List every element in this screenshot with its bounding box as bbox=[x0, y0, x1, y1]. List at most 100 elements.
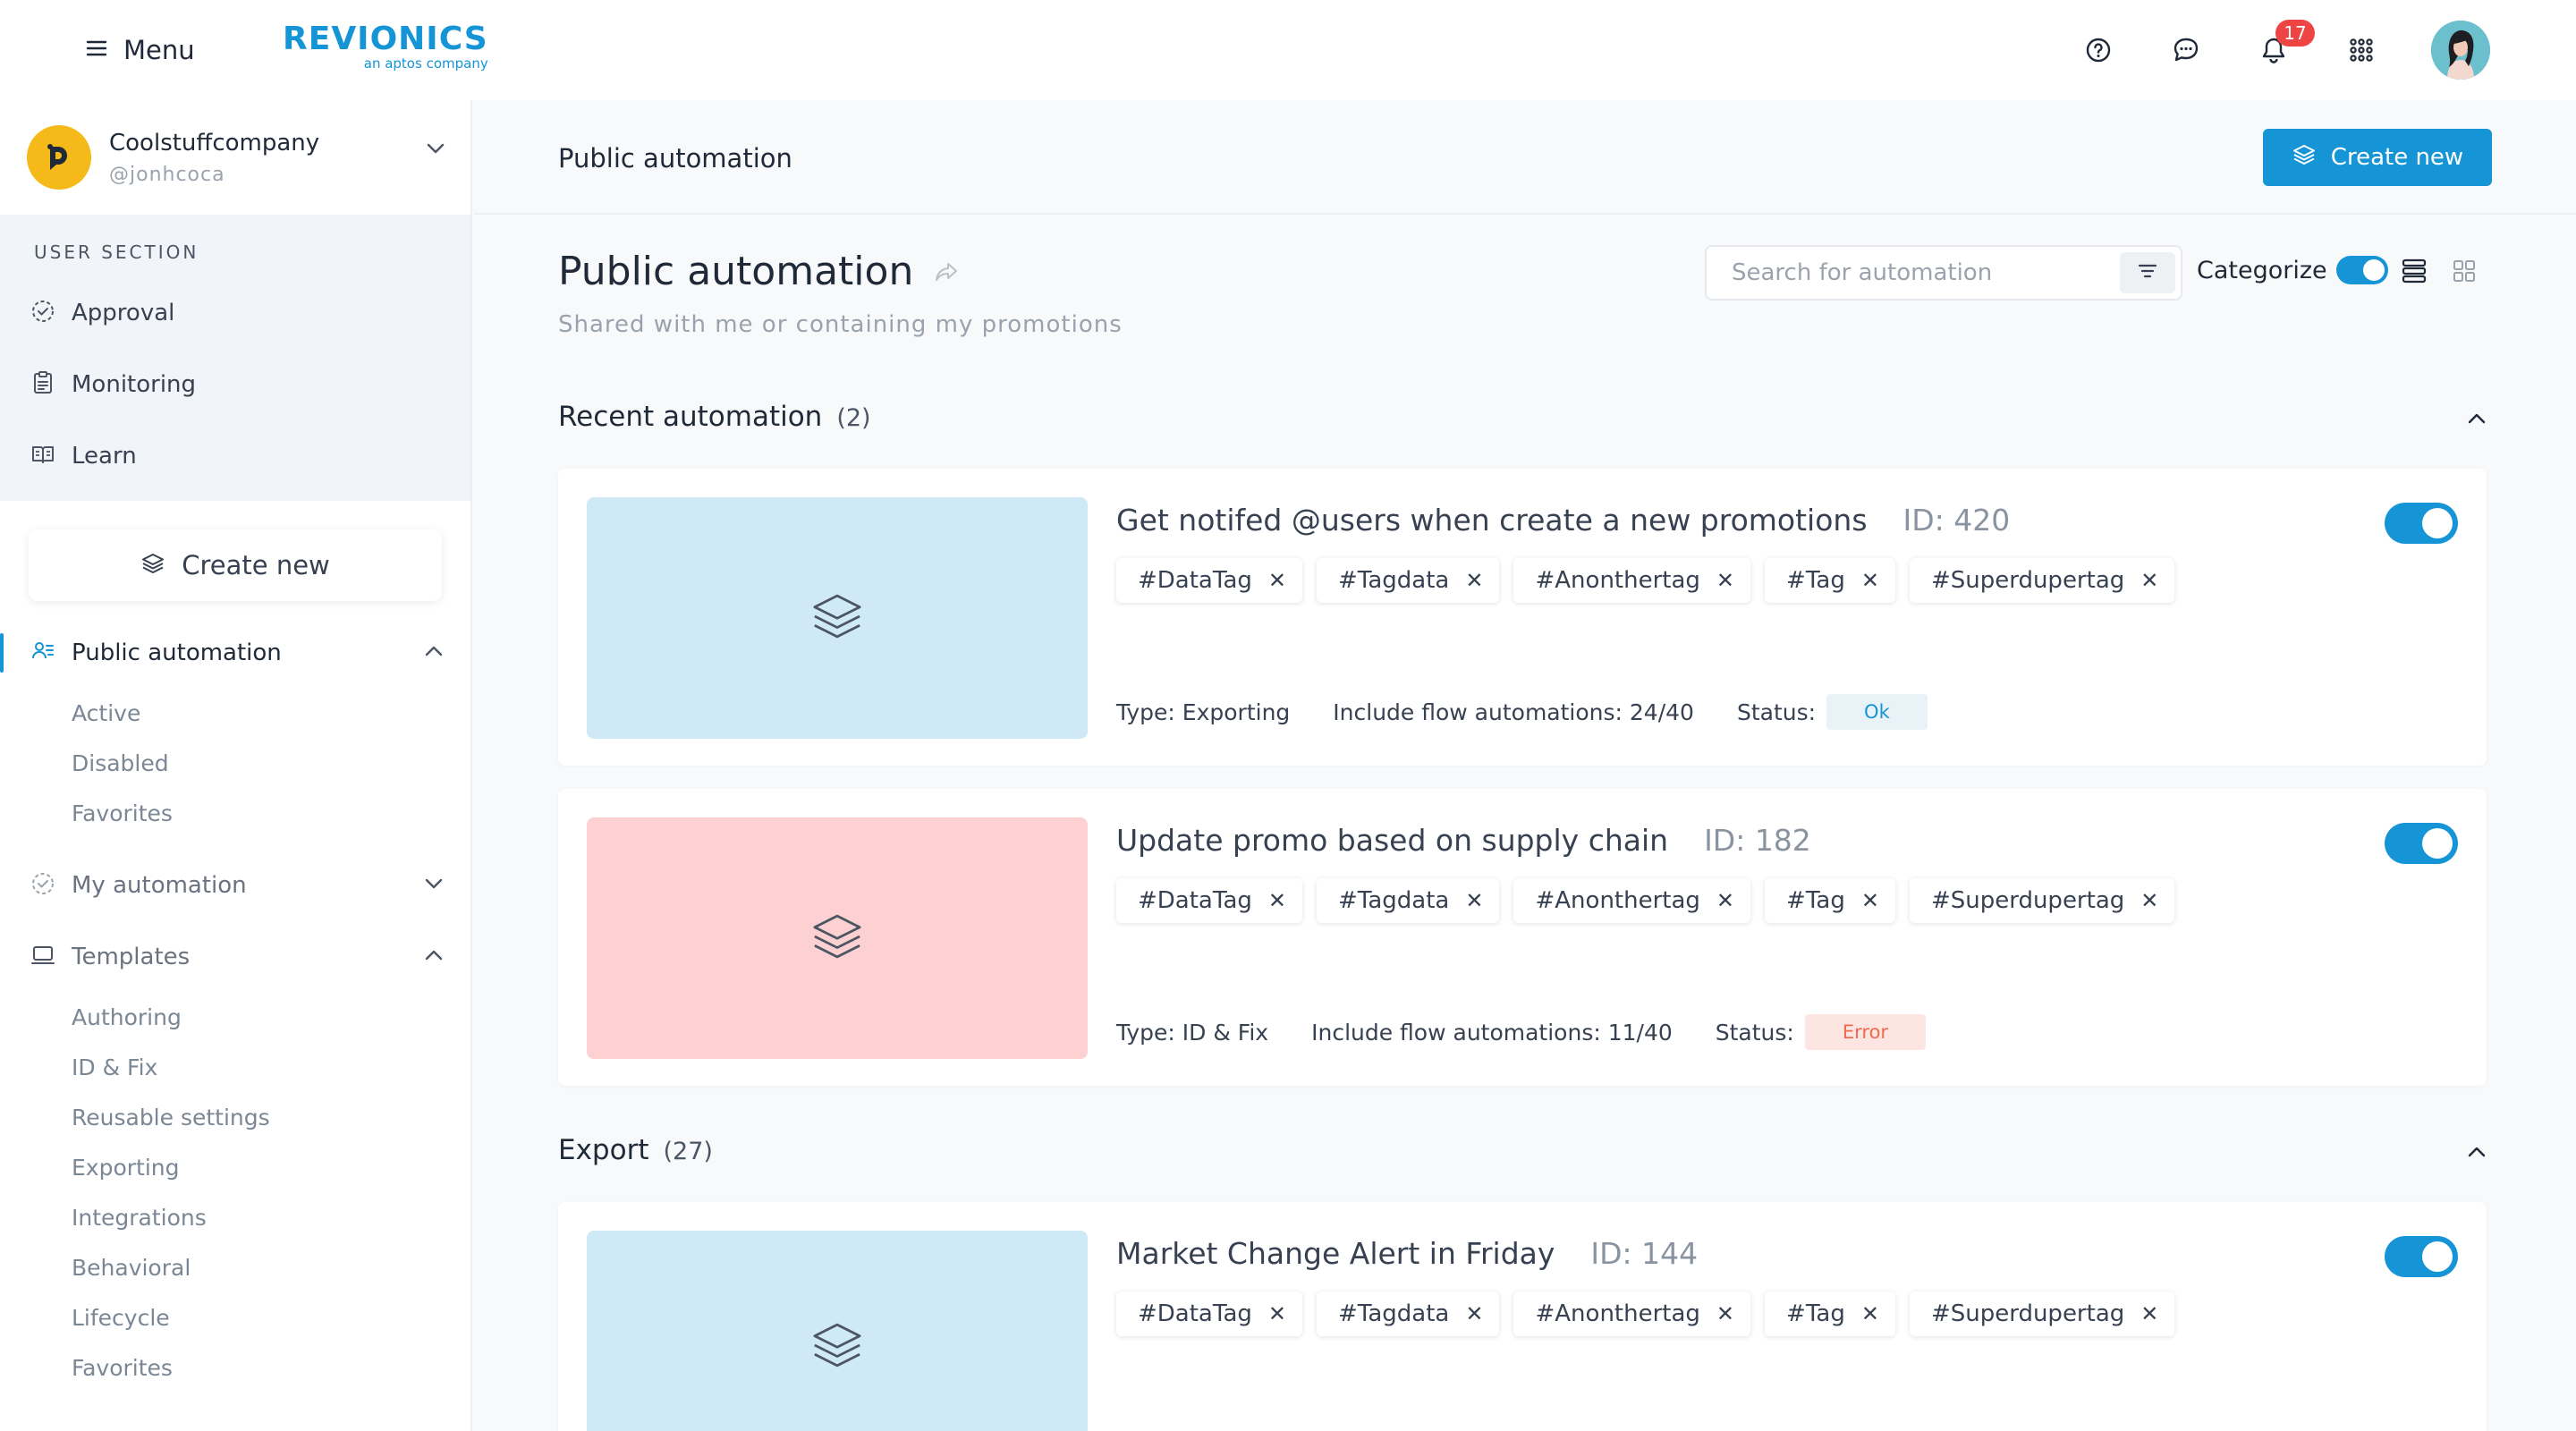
card-title-row: Get notifed @users when create a new pro… bbox=[1116, 503, 2010, 538]
collapse-chevron-up-icon[interactable] bbox=[2467, 411, 2487, 428]
automation-card[interactable]: Get notifed @users when create a new pro… bbox=[558, 469, 2487, 766]
close-icon[interactable]: ✕ bbox=[1268, 568, 1286, 593]
sidebar-subitem-exporting[interactable]: Exporting bbox=[0, 1143, 470, 1193]
tag-chip[interactable]: #Superdupertag ✕ bbox=[1909, 878, 2175, 923]
tag-chip[interactable]: #Anonthertag ✕ bbox=[1513, 1291, 1751, 1336]
sidebar-subitem-favorites[interactable]: Favorites bbox=[0, 789, 470, 839]
top-bar: Menu REVIONICS an aptos company 17 bbox=[0, 0, 2576, 100]
categorize-label: Categorize bbox=[2197, 256, 2327, 284]
nav-group-label: Public automation bbox=[72, 639, 282, 666]
card-thumbnail bbox=[587, 817, 1088, 1059]
tag-list: #DataTag ✕ #Tagdata ✕ #Anonthertag ✕ #Tag ✕ … bbox=[1116, 878, 2175, 923]
list-view-icon[interactable] bbox=[2401, 258, 2428, 288]
tag-chip[interactable]: #Anonthertag ✕ bbox=[1513, 558, 1751, 603]
tag-chip[interactable]: #Superdupertag ✕ bbox=[1909, 558, 2175, 603]
sidebar-item-public-automation[interactable]: Public automation bbox=[0, 617, 470, 689]
chevron-up-icon[interactable] bbox=[424, 644, 444, 661]
sidebar-subitem-reusable-settings[interactable]: Reusable settings bbox=[0, 1093, 470, 1143]
categorize-toggle[interactable] bbox=[2335, 256, 2388, 284]
search-input[interactable] bbox=[1707, 247, 2082, 299]
close-icon[interactable]: ✕ bbox=[1465, 888, 1483, 913]
card-enable-toggle[interactable] bbox=[2385, 823, 2458, 864]
card-title[interactable]: Market Change Alert in Friday bbox=[1116, 1236, 1555, 1271]
tag-chip[interactable]: #Tag ✕ bbox=[1765, 1291, 1895, 1336]
share-icon[interactable] bbox=[933, 249, 960, 294]
tag-chip[interactable]: #DataTag ✕ bbox=[1116, 878, 1302, 923]
sidebar-subitem-authoring[interactable]: Authoring bbox=[0, 993, 470, 1043]
tag-chip[interactable]: #Tag ✕ bbox=[1765, 558, 1895, 603]
tag-chip[interactable]: #Anonthertag ✕ bbox=[1513, 878, 1751, 923]
close-icon[interactable]: ✕ bbox=[1465, 1301, 1483, 1326]
sidebar-subitem-favorites[interactable]: Favorites bbox=[0, 1343, 470, 1393]
search-box bbox=[1705, 245, 2182, 301]
account-switcher[interactable]: Coolstuffcompany @jonhcoca bbox=[0, 100, 470, 215]
create-new-button[interactable]: Create new bbox=[2263, 129, 2492, 186]
close-icon[interactable]: ✕ bbox=[1861, 888, 1879, 913]
filter-button[interactable] bbox=[2120, 252, 2175, 293]
sidebar-item-my-automation[interactable]: My automation bbox=[0, 850, 470, 921]
chevron-up-icon[interactable] bbox=[424, 948, 444, 965]
tag-chip[interactable]: #Tag ✕ bbox=[1765, 878, 1895, 923]
sidebar-item-approval[interactable]: Approval bbox=[0, 277, 470, 349]
tag-chip[interactable]: #Superdupertag ✕ bbox=[1909, 1291, 2175, 1336]
chevron-down-icon[interactable] bbox=[424, 876, 444, 893]
section-count: (27) bbox=[663, 1138, 713, 1165]
close-icon[interactable]: ✕ bbox=[1861, 568, 1879, 593]
sidebar-subitem-active[interactable]: Active bbox=[0, 689, 470, 739]
sidebar-item-learn[interactable]: Learn bbox=[0, 420, 470, 492]
close-icon[interactable]: ✕ bbox=[1861, 1301, 1879, 1326]
tag-chip[interactable]: #Tagdata ✕ bbox=[1317, 1291, 1500, 1336]
company-logo bbox=[27, 125, 91, 190]
tag-label: #DataTag bbox=[1138, 567, 1252, 594]
chevron-down-icon bbox=[426, 141, 445, 158]
brand-logo[interactable]: REVIONICS an aptos company bbox=[283, 21, 488, 72]
tag-label: #Superdupertag bbox=[1930, 1300, 2125, 1327]
tag-chip[interactable]: #Tagdata ✕ bbox=[1317, 878, 1500, 923]
sidebar-subitem-disabled[interactable]: Disabled bbox=[0, 739, 470, 789]
sidebar-subitem-integrations[interactable]: Integrations bbox=[0, 1193, 470, 1243]
sidebar-subitem-behavioral[interactable]: Behavioral bbox=[0, 1243, 470, 1293]
menu-button[interactable]: Menu bbox=[86, 32, 195, 68]
grid-view-icon[interactable] bbox=[2453, 259, 2476, 286]
card-title-row: Update promo based on supply chain ID: 1… bbox=[1116, 823, 1811, 858]
nav-group-my-automation: My automation bbox=[0, 850, 470, 921]
automation-card[interactable]: Market Change Alert in Friday ID: 144 #D… bbox=[558, 1202, 2487, 1431]
tag-chip[interactable]: #DataTag ✕ bbox=[1116, 558, 1302, 603]
sidebar-create-new-button[interactable]: Create new bbox=[29, 529, 442, 601]
sidebar-subitem-lifecycle[interactable]: Lifecycle bbox=[0, 1293, 470, 1343]
tag-list: #DataTag ✕ #Tagdata ✕ #Anonthertag ✕ #Tag ✕ … bbox=[1116, 558, 2175, 603]
sidebar-item-templates[interactable]: Templates bbox=[0, 921, 470, 993]
card-enable-toggle[interactable] bbox=[2385, 1236, 2458, 1277]
close-icon[interactable]: ✕ bbox=[1716, 888, 1734, 913]
breadcrumb: Public automation bbox=[558, 143, 792, 174]
close-icon[interactable]: ✕ bbox=[1465, 568, 1483, 593]
status-badge: Ok bbox=[1826, 694, 1928, 730]
close-icon[interactable]: ✕ bbox=[1268, 1301, 1286, 1326]
close-icon[interactable]: ✕ bbox=[1716, 568, 1734, 593]
help-icon[interactable] bbox=[2080, 32, 2116, 68]
sidebar-item-monitoring[interactable]: Monitoring bbox=[0, 349, 470, 420]
card-meta: Type: ID & Fix Include flow automations:… bbox=[1116, 1014, 1927, 1050]
tag-chip[interactable]: #DataTag ✕ bbox=[1116, 1291, 1302, 1336]
tag-label: #Anonthertag bbox=[1535, 887, 1700, 914]
automation-card[interactable]: Update promo based on supply chain ID: 1… bbox=[558, 789, 2487, 1086]
close-icon[interactable]: ✕ bbox=[1268, 888, 1286, 913]
user-avatar[interactable] bbox=[2431, 21, 2490, 80]
apps-grid-icon[interactable] bbox=[2343, 32, 2379, 68]
close-icon[interactable]: ✕ bbox=[2140, 568, 2158, 593]
card-title-row: Market Change Alert in Friday ID: 144 bbox=[1116, 1236, 1698, 1271]
collapse-chevron-up-icon[interactable] bbox=[2467, 1145, 2487, 1162]
card-title[interactable]: Get notifed @users when create a new pro… bbox=[1116, 503, 1868, 538]
tag-chip[interactable]: #Tagdata ✕ bbox=[1317, 558, 1500, 603]
card-title[interactable]: Update promo based on supply chain bbox=[1116, 823, 1668, 858]
close-icon[interactable]: ✕ bbox=[2140, 888, 2158, 913]
bell-icon[interactable]: 17 bbox=[2256, 20, 2315, 68]
card-enable-toggle[interactable] bbox=[2385, 503, 2458, 544]
chat-icon[interactable] bbox=[2168, 32, 2204, 68]
user-section-label: USER SECTION bbox=[34, 241, 199, 263]
sidebar-subitem-id-fix[interactable]: ID & Fix bbox=[0, 1043, 470, 1093]
tag-label: #Anonthertag bbox=[1535, 1300, 1700, 1327]
close-icon[interactable]: ✕ bbox=[1716, 1301, 1734, 1326]
close-icon[interactable]: ✕ bbox=[2140, 1301, 2158, 1326]
card-flows: Include flow automations: 11/40 bbox=[1311, 1019, 1673, 1046]
